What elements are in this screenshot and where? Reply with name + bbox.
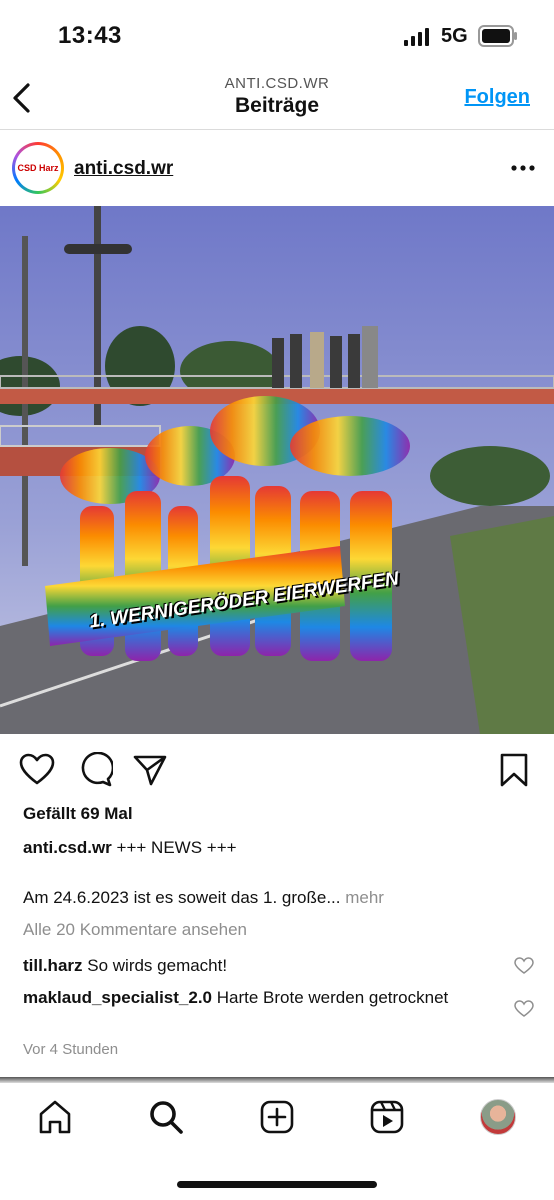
comment-text: So wirds gemacht! [87, 956, 228, 975]
post-username[interactable]: anti.csd.wr [74, 158, 173, 180]
comment-username[interactable]: maklaud_specialist_2.0 [23, 988, 212, 1007]
heart-icon[interactable] [19, 752, 55, 788]
battery-icon [478, 25, 517, 47]
avatar[interactable]: CSD Harz [12, 142, 64, 194]
caption-text: Am 24.6.2023 ist es soweit das 1. große.… [23, 888, 341, 907]
comment-item: till.harz So wirds gemacht! [23, 954, 493, 977]
post-timestamp: Vor 4 Stunden [23, 1041, 119, 1058]
comment-username[interactable]: till.harz [23, 956, 83, 975]
comment-item: maklaud_specialist_2.0 Harte Brote werde… [23, 986, 493, 1009]
caption-title: +++ NEWS +++ [116, 838, 237, 857]
more-link[interactable]: mehr [345, 888, 384, 907]
comment-icon[interactable] [77, 752, 113, 788]
network-label: 5G [441, 25, 468, 47]
status-bar: 13:43 5G [0, 0, 554, 70]
likes-count[interactable]: Gefällt 69 Mal [23, 804, 133, 824]
avatar-label: CSD Harz [15, 145, 61, 191]
home-indicator [177, 1181, 377, 1188]
post-actions [0, 748, 554, 792]
more-horizontal-icon[interactable] [510, 158, 536, 178]
caption-header: anti.csd.wr +++ NEWS +++ [23, 838, 237, 858]
comment-like-heart-icon[interactable] [514, 957, 534, 975]
caption-body: Am 24.6.2023 ist es soweit das 1. große.… [23, 888, 384, 908]
comment-text: Harte Brote werden getrocknet [216, 988, 449, 1007]
profile-avatar[interactable] [480, 1099, 516, 1135]
home-icon[interactable] [37, 1099, 73, 1135]
status-time: 13:43 [58, 22, 122, 49]
follow-button[interactable]: Folgen [464, 86, 530, 109]
reels-icon[interactable] [369, 1099, 405, 1135]
post-photo [0, 206, 554, 734]
post-header: CSD Harz anti.csd.wr [0, 136, 554, 200]
signal-icon [404, 28, 429, 46]
create-icon[interactable] [259, 1099, 295, 1135]
caption-username[interactable]: anti.csd.wr [23, 838, 112, 857]
view-all-comments-link[interactable]: Alle 20 Kommentare ansehen [23, 920, 247, 940]
bookmark-icon[interactable] [496, 752, 532, 788]
top-header: ANTI.CSD.WR Beiträge Folgen [0, 70, 554, 130]
send-icon[interactable] [132, 752, 168, 788]
post-image[interactable]: 1. WERNIGERÖDER EIERWERFEN [0, 206, 554, 734]
comment-like-heart-icon[interactable] [514, 1000, 534, 1018]
search-icon[interactable] [148, 1099, 184, 1135]
